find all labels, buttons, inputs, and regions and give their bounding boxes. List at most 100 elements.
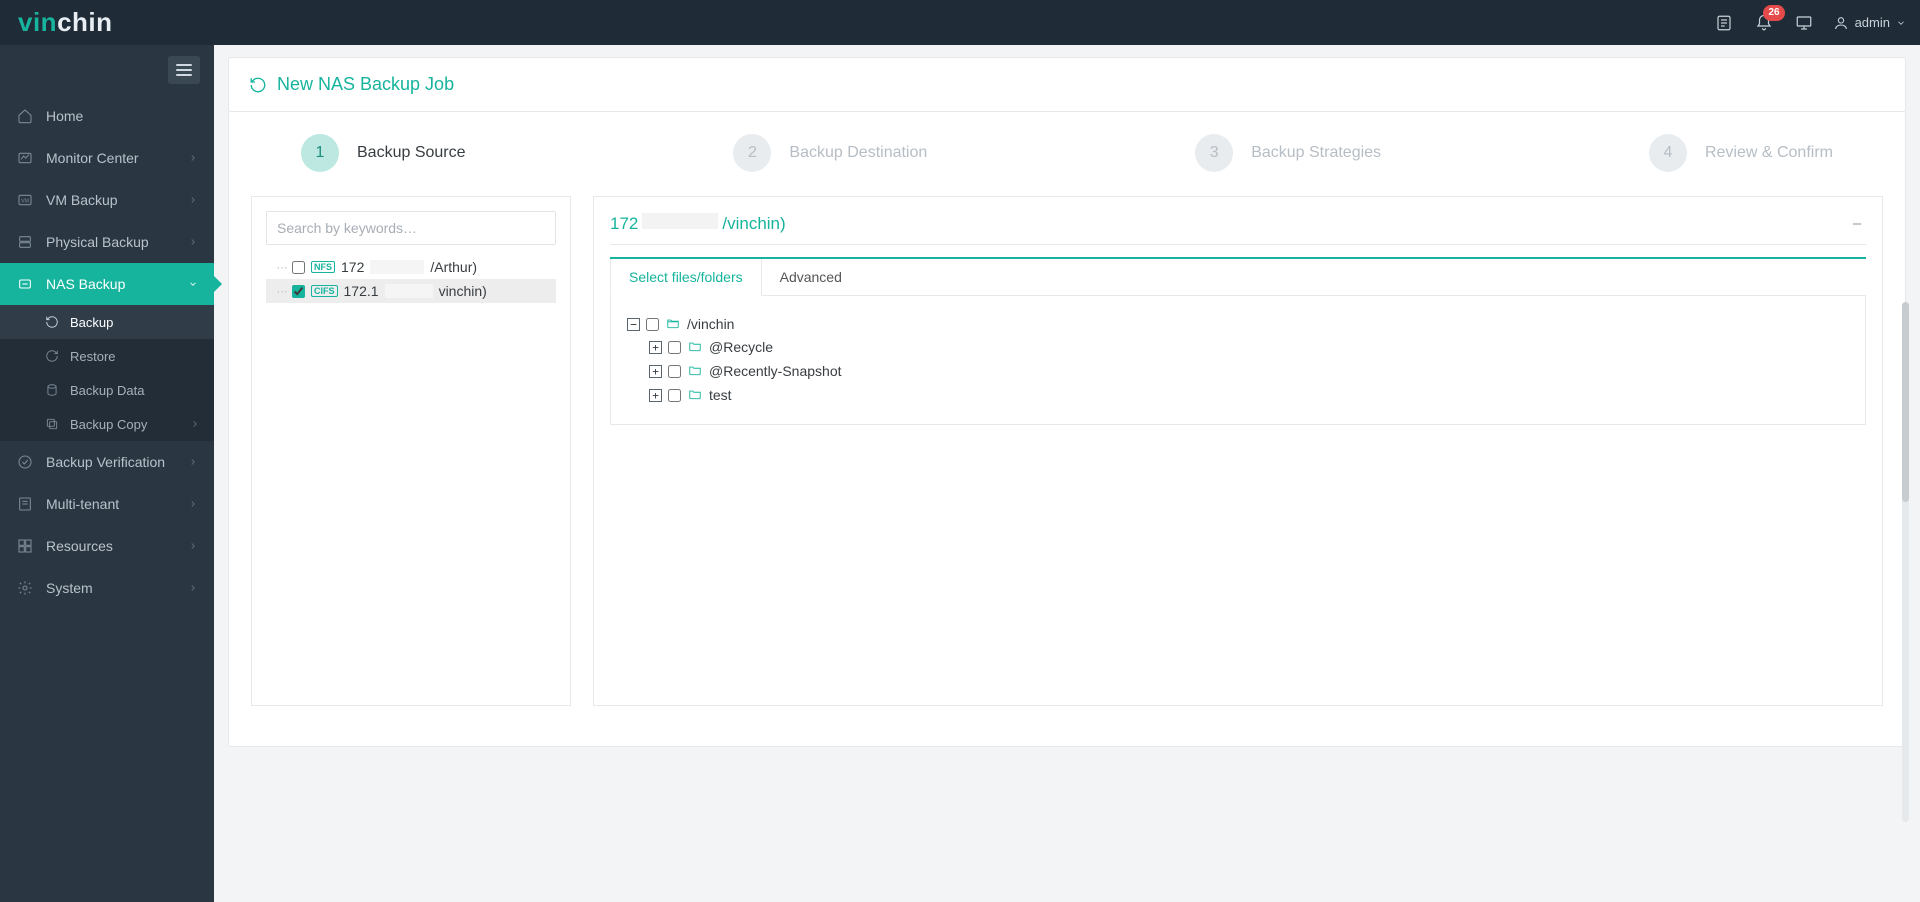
tree-connector-icon: ⋯ <box>278 261 286 274</box>
expand-icon[interactable]: + <box>649 341 662 354</box>
sidebar-sublink-copy[interactable]: Backup Copy <box>0 407 214 441</box>
sidebar-item-nas: NAS Backup Backup Restore <box>0 263 214 441</box>
notifications-badge: 26 <box>1763 5 1784 21</box>
sidebar-item-system: System <box>0 567 214 609</box>
sidebar-sublink-restore[interactable]: Restore <box>0 339 214 373</box>
source-share-row[interactable]: ⋯ NFS 172 /Arthur) <box>266 255 556 279</box>
copy-icon <box>44 416 60 432</box>
sidebar-sublink-data[interactable]: Backup Data <box>0 373 214 407</box>
sidebar: Home Monitor Center VM VM Backup <box>0 45 214 902</box>
source-share-row[interactable]: ⋯ CIFS 172.1 vinchin) <box>266 279 556 303</box>
sidebar-subitem-backup: Backup <box>0 305 214 339</box>
folder-row-root[interactable]: − /vinchin <box>627 313 1849 335</box>
folder-checkbox[interactable] <box>668 341 681 354</box>
redacted-host <box>370 260 424 274</box>
folder-name: test <box>709 387 732 403</box>
brand-part1: vin <box>18 7 57 38</box>
sidebar-link-verify[interactable]: Backup Verification <box>0 441 214 483</box>
step-4[interactable]: 4 Review & Confirm <box>1649 134 1833 172</box>
folder-checkbox[interactable] <box>668 365 681 378</box>
sidebar-sublabel: Backup <box>70 315 113 330</box>
sidebar-link-home[interactable]: Home <box>0 95 214 137</box>
step-label: Review & Confirm <box>1705 144 1833 162</box>
sidebar-item-vm: VM VM Backup <box>0 179 214 221</box>
scrollbar[interactable] <box>1902 302 1909 822</box>
step-label: Backup Source <box>357 144 466 162</box>
sidebar-item-tenant: Multi-tenant <box>0 483 214 525</box>
screen-icon[interactable] <box>1793 12 1815 34</box>
folder-icon <box>687 339 703 356</box>
sidebar-link-system[interactable]: System <box>0 567 214 609</box>
expand-icon[interactable]: + <box>649 389 662 402</box>
check-icon <box>16 453 34 471</box>
svg-text:VM: VM <box>21 199 29 205</box>
sidebar-item-resources: Resources <box>0 525 214 567</box>
sidebar-label: Home <box>46 108 200 124</box>
tab-label: Select files/folders <box>629 269 743 285</box>
sidebar-link-tenant[interactable]: Multi-tenant <box>0 483 214 525</box>
sidebar-link-physical[interactable]: Physical Backup <box>0 221 214 263</box>
sidebar-toggle[interactable] <box>168 56 200 84</box>
sidebar-link-monitor[interactable]: Monitor Center <box>0 137 214 179</box>
tab-label: Advanced <box>780 269 842 285</box>
sidebar-sublabel: Backup Copy <box>70 417 147 432</box>
chevron-right-icon <box>188 457 200 467</box>
folder-checkbox[interactable] <box>668 389 681 402</box>
share-name: /Arthur) <box>430 259 477 275</box>
folder-checkbox[interactable] <box>646 318 659 331</box>
share-checkbox[interactable] <box>292 285 305 298</box>
bell-icon[interactable]: 26 <box>1753 12 1775 34</box>
share-checkbox[interactable] <box>292 261 305 274</box>
folder-row[interactable]: + test <box>649 384 1849 406</box>
server-icon <box>16 233 34 251</box>
sidebar-link-nas[interactable]: NAS Backup <box>0 263 214 305</box>
resources-icon <box>16 537 34 555</box>
sidebar-item-verify: Backup Verification <box>0 441 214 483</box>
chevron-right-icon <box>188 583 200 593</box>
expand-icon[interactable]: + <box>649 365 662 378</box>
sidebar-nav: Home Monitor Center VM VM Backup <box>0 95 214 609</box>
step-1[interactable]: 1 Backup Source <box>301 134 466 172</box>
sidebar-subitem-copy: Backup Copy <box>0 407 214 441</box>
database-icon <box>44 382 60 398</box>
search-input[interactable] <box>266 211 556 245</box>
source-tree: ⋯ NFS 172 /Arthur) ⋯ CIFS 172.1 <box>266 255 556 303</box>
collapse-icon[interactable]: − <box>627 318 640 331</box>
home-icon <box>16 107 34 125</box>
folder-name: /vinchin <box>687 316 734 332</box>
step-2[interactable]: 2 Backup Destination <box>733 134 927 172</box>
refresh-icon[interactable] <box>249 76 267 94</box>
page-title-panel: New NAS Backup Job <box>228 57 1906 112</box>
sidebar-label: Multi-tenant <box>46 496 176 512</box>
sidebar-label: Physical Backup <box>46 234 176 250</box>
redacted-host <box>642 213 718 229</box>
tab-select-files[interactable]: Select files/folders <box>610 259 762 296</box>
step-number: 4 <box>1649 134 1687 172</box>
folder-icon <box>687 363 703 380</box>
restore-icon <box>44 348 60 364</box>
step-number: 3 <box>1195 134 1233 172</box>
selected-share-title: 172 /vinchin) <box>610 213 786 234</box>
user-menu[interactable]: admin <box>1833 15 1906 31</box>
selected-share-suffix: /vinchin) <box>722 214 785 234</box>
protocol-badge: CIFS <box>311 285 338 298</box>
vm-icon: VM <box>16 191 34 209</box>
wizard-steps: 1 Backup Source 2 Backup Destination 3 B… <box>251 134 1883 196</box>
sidebar-sublink-backup[interactable]: Backup <box>0 305 214 339</box>
folder-row[interactable]: + @Recycle <box>649 336 1849 358</box>
sidebar-label: Backup Verification <box>46 454 176 470</box>
collapse-button[interactable] <box>1848 215 1866 233</box>
step-label: Backup Strategies <box>1251 144 1381 162</box>
step-number: 2 <box>733 134 771 172</box>
sidebar-link-resources[interactable]: Resources <box>0 525 214 567</box>
sidebar-label: System <box>46 580 176 596</box>
chevron-right-icon <box>188 195 200 205</box>
target-panel: 172 /vinchin) Select files/folders Advan… <box>593 196 1883 706</box>
sidebar-link-vm[interactable]: VM VM Backup <box>0 179 214 221</box>
folder-row[interactable]: + @Recently-Snapshot <box>649 360 1849 382</box>
step-3[interactable]: 3 Backup Strategies <box>1195 134 1381 172</box>
topbar-actions: 26 admin <box>1713 12 1906 34</box>
log-icon[interactable] <box>1713 12 1735 34</box>
chevron-right-icon <box>188 153 200 163</box>
tab-advanced[interactable]: Advanced <box>762 259 860 295</box>
